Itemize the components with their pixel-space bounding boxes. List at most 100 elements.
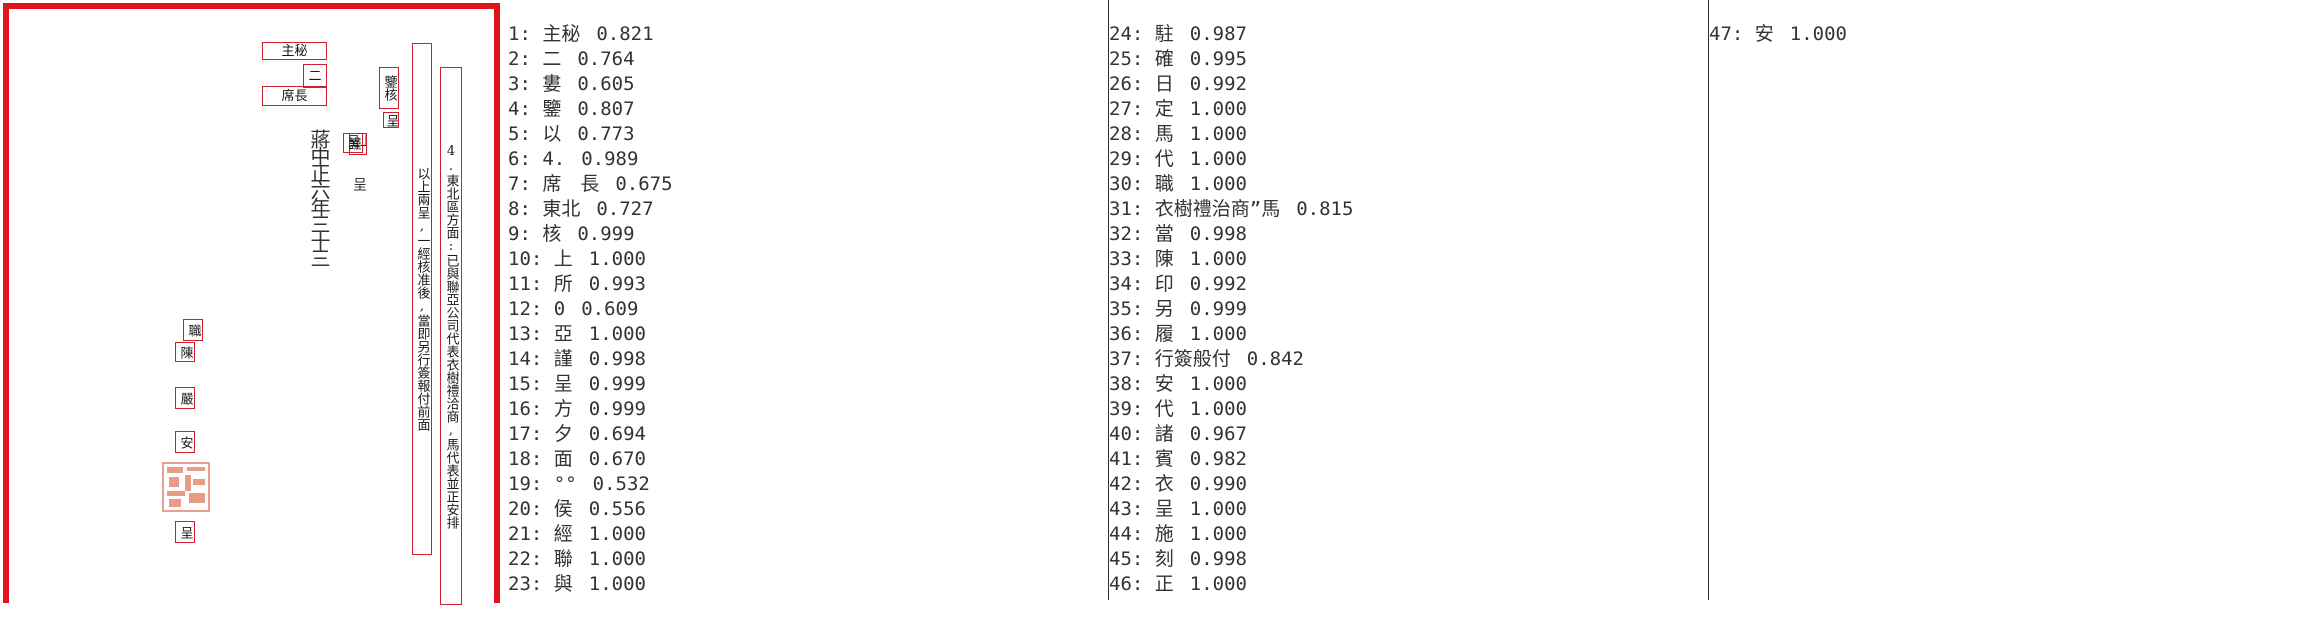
result-text: 職 bbox=[1154, 173, 1174, 195]
result-index: 24: bbox=[1109, 23, 1155, 45]
result-score: 1.000 bbox=[1189, 498, 1247, 520]
result-text: 安 bbox=[1754, 23, 1774, 45]
result-index: 16: bbox=[508, 398, 554, 420]
result-text: 日 bbox=[1154, 73, 1174, 95]
result-score: 0.995 bbox=[1189, 48, 1247, 70]
result-index: 4: bbox=[508, 98, 543, 120]
result-row: 44: 施 1.000 bbox=[1109, 522, 1353, 547]
result-text: 呈 bbox=[553, 373, 573, 395]
result-text: 駐 bbox=[1154, 23, 1174, 45]
result-row: 4: 鑒 0.807 bbox=[508, 97, 673, 122]
result-text: 席 長 bbox=[542, 173, 600, 195]
result-score: 0.989 bbox=[581, 148, 639, 170]
result-row: 22: 聯 1.000 bbox=[508, 547, 673, 572]
result-text: 鑒 bbox=[542, 98, 562, 120]
result-score: 0.992 bbox=[1189, 273, 1247, 295]
result-score: 1.000 bbox=[588, 323, 646, 345]
results-column-2: 24: 駐 0.987 25: 確 0.995 26: 日 0.992 27: 定 1.000… bbox=[1108, 0, 1353, 600]
result-index: 8: bbox=[508, 198, 543, 220]
result-row: 20: 侯 0.556 bbox=[508, 497, 673, 522]
result-score: 0.992 bbox=[1189, 73, 1247, 95]
seal-stamp-icon bbox=[162, 462, 210, 512]
result-row: 31: 衣樹禮治商”馬 0.815 bbox=[1109, 197, 1353, 222]
result-row: 38: 安 1.000 bbox=[1109, 372, 1353, 397]
result-row: 2: 二 0.764 bbox=[508, 47, 673, 72]
result-text: 陳 bbox=[1154, 248, 1174, 270]
result-text: 馬 bbox=[1154, 123, 1174, 145]
result-row: 11: 所 0.993 bbox=[508, 272, 673, 297]
result-text: 0 bbox=[553, 298, 566, 320]
result-text: 所 bbox=[553, 273, 573, 295]
result-text: 呈 bbox=[1154, 498, 1174, 520]
result-index: 46: bbox=[1109, 573, 1155, 595]
result-row: 33: 陳 1.000 bbox=[1109, 247, 1353, 272]
result-text: 方 bbox=[553, 398, 573, 420]
result-score: 1.000 bbox=[1789, 23, 1847, 45]
result-index: 39: bbox=[1109, 398, 1155, 420]
result-index: 42: bbox=[1109, 473, 1155, 495]
result-text: 上 bbox=[553, 248, 573, 270]
result-score: 0.993 bbox=[588, 273, 646, 295]
result-row: 9: 核 0.999 bbox=[508, 222, 673, 247]
result-text: 聯 bbox=[553, 548, 573, 570]
result-index: 37: bbox=[1109, 348, 1155, 370]
document-scan: 主秘 二 席長 鑒核 上呈 呈 以上兩呈,一經核准後,當即另行簽報付前面 4.東… bbox=[3, 3, 500, 605]
result-index: 26: bbox=[1109, 73, 1155, 95]
result-score: 1.000 bbox=[588, 248, 646, 270]
result-row: 26: 日 0.992 bbox=[1109, 72, 1353, 97]
result-row: 40: 諸 0.967 bbox=[1109, 422, 1353, 447]
result-score: 0.999 bbox=[588, 398, 646, 420]
result-row: 18: 面 0.670 bbox=[508, 447, 673, 472]
result-text: 正 bbox=[1154, 573, 1174, 595]
result-row: 1: 主秘 0.821 bbox=[508, 22, 673, 47]
result-score: 1.000 bbox=[1189, 123, 1247, 145]
result-row: 36: 履 1.000 bbox=[1109, 322, 1353, 347]
result-index: 9: bbox=[508, 223, 543, 245]
result-score: 0.987 bbox=[1189, 23, 1247, 45]
result-row: 45: 刻 0.998 bbox=[1109, 547, 1353, 572]
result-text: 代 bbox=[1154, 148, 1174, 170]
result-score: 0.999 bbox=[588, 373, 646, 395]
results-column-1: 1: 主秘 0.821 2: 二 0.764 3: 婁 0.605 4: 鑒 0.807 5: … bbox=[508, 22, 673, 622]
result-score: 0.675 bbox=[615, 173, 673, 195]
result-index: 15: bbox=[508, 373, 554, 395]
result-text: 諸 bbox=[1154, 423, 1174, 445]
result-score: 0.727 bbox=[596, 198, 654, 220]
result-index: 31: bbox=[1109, 198, 1155, 220]
result-index: 20: bbox=[508, 498, 554, 520]
result-row: 10: 上 1.000 bbox=[508, 247, 673, 272]
result-index: 47: bbox=[1709, 23, 1755, 45]
result-row: 30: 職 1.000 bbox=[1109, 172, 1353, 197]
result-text: 刻 bbox=[1154, 548, 1174, 570]
result-text: 確 bbox=[1154, 48, 1174, 70]
result-text: 賓 bbox=[1154, 448, 1174, 470]
result-index: 33: bbox=[1109, 248, 1155, 270]
result-index: 28: bbox=[1109, 123, 1155, 145]
result-index: 27: bbox=[1109, 98, 1155, 120]
result-index: 25: bbox=[1109, 48, 1155, 70]
result-text: 衣 bbox=[1154, 473, 1174, 495]
result-row: 24: 駐 0.987 bbox=[1109, 22, 1353, 47]
result-row: 47: 安 1.000 bbox=[1709, 22, 1847, 47]
result-score: 1.000 bbox=[1189, 98, 1247, 120]
result-index: 17: bbox=[508, 423, 554, 445]
result-score: 1.000 bbox=[1189, 173, 1247, 195]
result-index: 2: bbox=[508, 48, 543, 70]
result-row: 37: 行簽般付 0.842 bbox=[1109, 347, 1353, 372]
result-index: 32: bbox=[1109, 223, 1155, 245]
result-index: 12: bbox=[508, 298, 554, 320]
result-index: 7: bbox=[508, 173, 543, 195]
result-score: 0.998 bbox=[588, 348, 646, 370]
result-row: 16: 方 0.999 bbox=[508, 397, 673, 422]
result-score: 0.967 bbox=[1189, 423, 1247, 445]
result-row: 23: 與 1.000 bbox=[508, 572, 673, 597]
result-text: 安 bbox=[1154, 373, 1174, 395]
result-row: 27: 定 1.000 bbox=[1109, 97, 1353, 122]
result-row: 3: 婁 0.605 bbox=[508, 72, 673, 97]
result-index: 29: bbox=[1109, 148, 1155, 170]
detection-box: 呈 bbox=[175, 521, 195, 543]
result-row: 17: 夕 0.694 bbox=[508, 422, 673, 447]
result-row: 13: 亞 1.000 bbox=[508, 322, 673, 347]
result-row: 5: 以 0.773 bbox=[508, 122, 673, 147]
result-row: 14: 謹 0.998 bbox=[508, 347, 673, 372]
